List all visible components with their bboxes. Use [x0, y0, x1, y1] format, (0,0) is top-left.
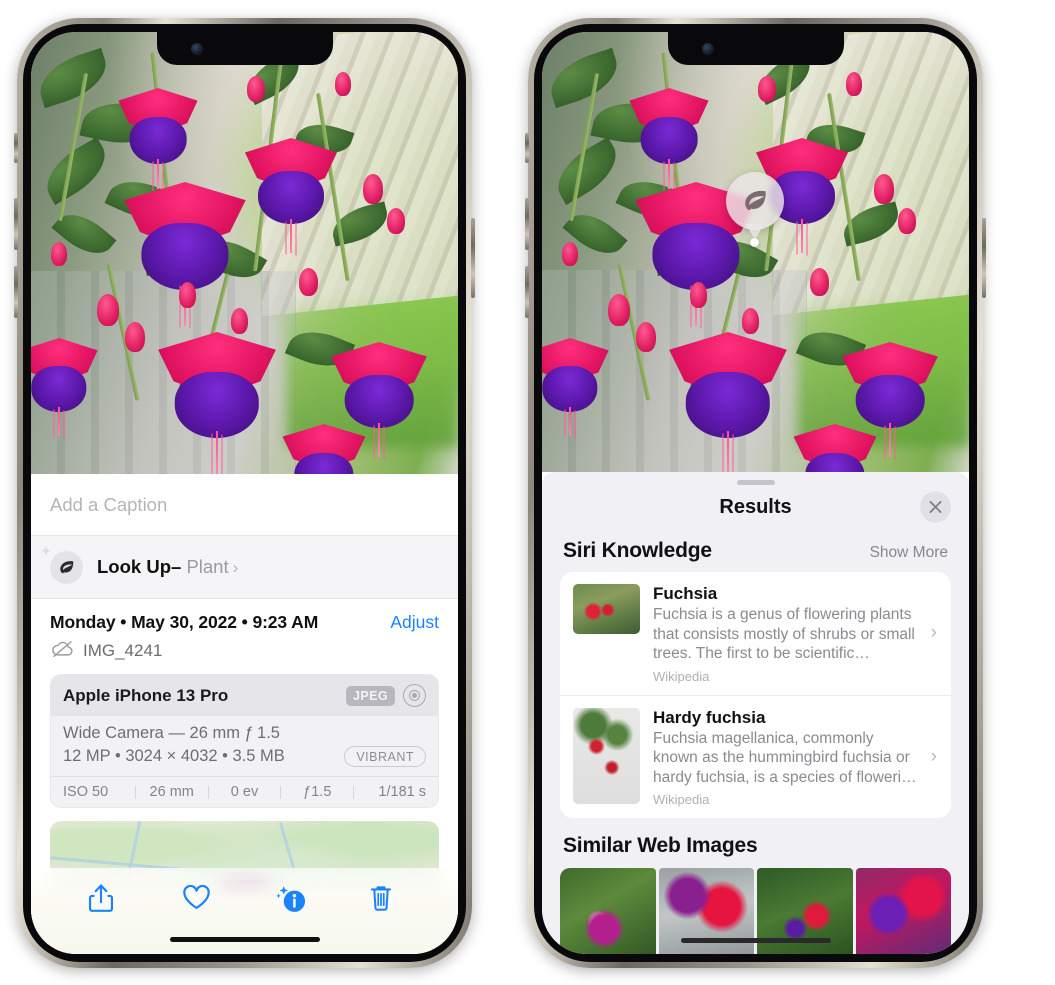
exif-body: Wide Camera — 26 mm ƒ 1.5 12 MP • 3024 ×…: [51, 716, 438, 776]
photo-viewer-right[interactable]: [542, 32, 969, 472]
knowledge-thumbnail: [573, 707, 640, 804]
mute-switch-left[interactable]: [14, 133, 18, 163]
show-more-button[interactable]: Show More: [870, 544, 948, 562]
style-badge: VIBRANT: [344, 746, 426, 767]
metadata-date-row: Monday • May 30, 2022 • 9:23 AM Adjust: [50, 612, 439, 633]
exif-header: Apple iPhone 13 Pro JPEG: [51, 675, 438, 716]
home-indicator-left[interactable]: [169, 937, 320, 942]
chevron-right-icon: ›: [930, 745, 937, 767]
similar-web-images-title: Similar Web Images: [563, 834, 758, 858]
photo-metadata: Monday • May 30, 2022 • 9:23 AM Adjust I…: [31, 598, 458, 662]
knowledge-text: Fuchsia Fuchsia is a genus of flowering …: [653, 584, 941, 684]
chevron-right-icon: ›: [232, 558, 239, 577]
knowledge-title: Hardy fuchsia: [653, 707, 766, 727]
volume-down-button-left[interactable]: [14, 266, 18, 318]
visual-lookup-badge[interactable]: [726, 172, 784, 230]
volume-down-button-right[interactable]: [525, 266, 529, 318]
siri-knowledge-header: Siri Knowledge Show More: [542, 529, 969, 572]
leaf-icon: ✦: [40, 544, 83, 584]
screen-right: Results Siri Knowledge Show More Fuchsia…: [542, 32, 969, 954]
knowledge-title: Fuchsia: [653, 584, 718, 603]
metadata-filename-row: IMG_4241: [50, 640, 439, 662]
visual-lookup-results-sheet: Results Siri Knowledge Show More Fuchsia…: [542, 472, 969, 954]
results-header: Results: [542, 485, 969, 529]
chevron-right-icon: ›: [930, 622, 937, 644]
iphone-right: Results Siri Knowledge Show More Fuchsia…: [525, 18, 986, 968]
results-title: Results: [719, 495, 792, 518]
home-indicator-right[interactable]: [680, 938, 831, 943]
exif-stat-ev: 0 ev: [230, 784, 259, 800]
heart-icon[interactable]: [181, 883, 215, 917]
knowledge-text: Hardy fuchsia Fuchsia magellanica, commo…: [653, 708, 941, 808]
exif-size-line: 12 MP • 3024 × 4032 • 3.5 MB: [63, 747, 285, 765]
exif-device: Apple iPhone 13 Pro: [63, 685, 229, 705]
info-sparkle-icon[interactable]: [274, 883, 308, 917]
similar-image-thumb[interactable]: [560, 868, 656, 954]
mute-switch-right[interactable]: [525, 133, 529, 163]
adjust-button[interactable]: Adjust: [390, 612, 439, 633]
close-icon[interactable]: [920, 491, 951, 523]
look-up-subject: Plant: [186, 556, 229, 577]
format-badge: JPEG: [346, 685, 395, 706]
knowledge-row[interactable]: Hardy fuchsia Fuchsia magellanica, commo…: [560, 694, 951, 819]
screen-left: Add a Caption ✦ Look Up– Plant › Monday …: [31, 32, 458, 954]
volume-up-button-left[interactable]: [14, 198, 18, 250]
photo-toolbar: [31, 868, 458, 954]
caption-field-row[interactable]: Add a Caption: [31, 474, 458, 536]
iphone-left: Add a Caption ✦ Look Up– Plant › Monday …: [14, 18, 475, 968]
volume-up-button-right[interactable]: [525, 198, 529, 250]
exif-stats-row: ISO 50 26 mm 0 ev ƒ1.5 1/181 s: [51, 776, 438, 807]
siri-knowledge-card: Fuchsia Fuchsia is a genus of flowering …: [560, 572, 951, 819]
exif-card[interactable]: Apple iPhone 13 Pro JPEG Wide Camera — 2…: [50, 674, 439, 808]
exif-size-row: 12 MP • 3024 × 4032 • 3.5 MB VIBRANT: [63, 746, 426, 767]
exif-lens-line: Wide Camera — 26 mm ƒ 1.5: [63, 724, 280, 742]
trash-icon[interactable]: [368, 883, 402, 917]
look-up-label: Look Up: [97, 556, 171, 577]
knowledge-source: Wikipedia: [653, 668, 710, 684]
notch-left: [156, 32, 333, 65]
power-button-right[interactable]: [982, 218, 986, 298]
exif-stat-aperture: ƒ1.5: [303, 784, 332, 800]
look-up-label-group: Look Up– Plant ›: [97, 556, 238, 578]
similar-image-thumb[interactable]: [855, 868, 951, 954]
look-up-row[interactable]: ✦ Look Up– Plant ›: [31, 536, 458, 598]
knowledge-row[interactable]: Fuchsia Fuchsia is a genus of flowering …: [560, 572, 951, 695]
knowledge-description: Fuchsia is a genus of flowering plants t…: [653, 606, 915, 663]
similar-web-images-header: Similar Web Images: [542, 818, 969, 860]
look-up-dash: –: [171, 556, 182, 577]
exif-header-badges: JPEG: [346, 684, 426, 707]
caption-placeholder: Add a Caption: [50, 493, 168, 515]
aperture-icon: [403, 684, 426, 707]
exif-stat-focal: 26 mm: [149, 784, 194, 800]
cloud-slash-icon: [50, 640, 74, 662]
notch-right: [667, 32, 844, 65]
photo-filename: IMG_4241: [83, 641, 163, 660]
photo-date: Monday • May 30, 2022 • 9:23 AM: [50, 612, 319, 632]
front-camera-right: [701, 43, 714, 55]
knowledge-thumbnail: [573, 584, 640, 634]
exif-stat-shutter: 1/181 s: [378, 784, 426, 800]
knowledge-source: Wikipedia: [653, 792, 710, 808]
siri-knowledge-title: Siri Knowledge: [563, 539, 712, 562]
share-icon[interactable]: [87, 883, 121, 917]
power-button-left[interactable]: [471, 218, 475, 298]
exif-stat-iso: ISO 50: [63, 784, 109, 800]
visual-lookup-dot: [750, 238, 759, 247]
knowledge-description: Fuchsia magellanica, commonly known as t…: [653, 729, 917, 786]
screenshot-stage: Add a Caption ✦ Look Up– Plant › Monday …: [0, 0, 1055, 985]
photo-viewer-left[interactable]: [31, 32, 458, 474]
sparkle-icon: ✦: [40, 542, 52, 559]
front-camera-left: [190, 43, 203, 55]
